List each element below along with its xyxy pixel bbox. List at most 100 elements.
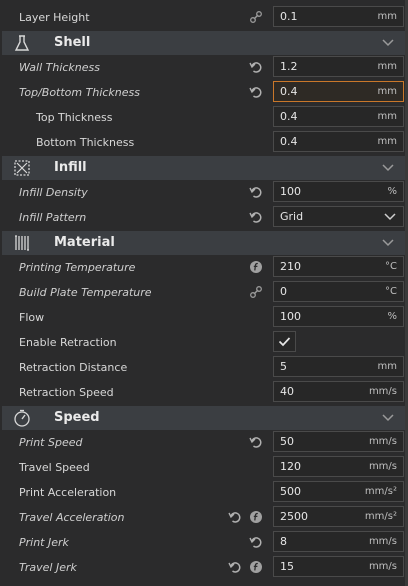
setting-infill-density: Infill Density 100 %: [0, 180, 408, 205]
setting-retraction-speed: Retraction Speed 40 mm/s: [0, 380, 408, 405]
print-settings-panel: Layer Height 0.1 mm Shell Wall Thickness…: [0, 0, 408, 586]
setting-build-plate-temperature: Build Plate Temperature 0 °C: [0, 280, 408, 305]
setting-print-jerk: Print Jerk 8 mm/s: [0, 530, 408, 555]
setting-label: Wall Thickness: [19, 61, 100, 74]
function-icon[interactable]: [249, 510, 263, 524]
print-speed-input[interactable]: 50 mm/s: [273, 431, 404, 452]
link-icon[interactable]: [249, 285, 263, 299]
setting-label: Travel Jerk: [19, 561, 77, 574]
section-title: Infill: [54, 160, 87, 175]
setting-travel-acceleration: Travel Acceleration 2500 mm/s²: [0, 505, 408, 530]
setting-label: Print Jerk: [19, 536, 69, 549]
reset-icon[interactable]: [249, 60, 263, 74]
retraction-distance-input[interactable]: 5 mm: [273, 356, 404, 377]
field-value: 0.4: [280, 85, 298, 98]
setting-label: Print Acceleration: [19, 486, 117, 499]
printing-temperature-input[interactable]: 210 °C: [273, 256, 404, 277]
field-unit: mm: [377, 61, 397, 72]
field-unit: mm: [377, 86, 397, 97]
travel-acceleration-input[interactable]: 2500 mm/s²: [273, 506, 404, 527]
reset-icon[interactable]: [249, 185, 263, 199]
top-bottom-thickness-input[interactable]: 0.4 mm: [273, 81, 404, 102]
field-unit: °C: [385, 286, 397, 297]
setting-print-acceleration: Print Acceleration 500 mm/s²: [0, 480, 408, 505]
field-unit: %: [387, 311, 397, 322]
section-title: Shell: [54, 35, 91, 50]
speed-icon: [14, 409, 30, 427]
function-icon[interactable]: [249, 260, 263, 274]
section-header-material[interactable]: Material: [2, 231, 406, 255]
reset-icon[interactable]: [228, 510, 242, 524]
flow-input[interactable]: 100 %: [273, 306, 404, 327]
section-header-infill[interactable]: Infill: [2, 156, 406, 180]
setting-print-speed: Print Speed 50 mm/s: [0, 430, 408, 455]
field-value: 50: [280, 435, 294, 448]
field-value: 120: [280, 460, 301, 473]
setting-label: Bottom Thickness: [36, 136, 135, 149]
field-unit: mm/s: [368, 536, 397, 547]
section-title: Speed: [54, 410, 100, 425]
print-jerk-input[interactable]: 8 mm/s: [273, 531, 404, 552]
reset-icon[interactable]: [249, 435, 263, 449]
setting-label: Travel Acceleration: [19, 511, 125, 524]
setting-label: Build Plate Temperature: [19, 286, 152, 299]
field-value: 1.2: [280, 60, 298, 73]
setting-top-thickness: Top Thickness 0.4 mm: [0, 105, 408, 130]
field-value: 210: [280, 260, 301, 273]
chevron-down-icon: [382, 239, 394, 247]
retraction-speed-input[interactable]: 40 mm/s: [273, 381, 404, 402]
bottom-thickness-input[interactable]: 0.4 mm: [273, 131, 404, 152]
setting-bottom-thickness: Bottom Thickness 0.4 mm: [0, 130, 408, 155]
chevron-down-icon: [384, 213, 396, 221]
field-unit: mm/s²: [364, 486, 397, 497]
reset-icon[interactable]: [228, 560, 242, 574]
field-value: 100: [280, 310, 301, 323]
setting-printing-temperature: Printing Temperature 210 °C: [0, 255, 408, 280]
setting-travel-jerk: Travel Jerk 15 mm/s: [0, 555, 408, 580]
wall-thickness-input[interactable]: 1.2 mm: [273, 56, 404, 77]
print-acceleration-input[interactable]: 500 mm/s²: [273, 481, 404, 502]
setting-label: Print Speed: [19, 436, 83, 449]
field-unit: mm/s: [368, 436, 397, 447]
travel-jerk-input[interactable]: 15 mm/s: [273, 556, 404, 577]
setting-label: Flow: [19, 311, 45, 324]
setting-label: Retraction Distance: [19, 361, 128, 374]
infill-density-input[interactable]: 100 %: [273, 181, 404, 202]
infill-pattern-select[interactable]: Grid: [273, 206, 404, 227]
setting-label: Enable Retraction: [19, 336, 117, 349]
reset-icon[interactable]: [249, 535, 263, 549]
setting-retraction-distance: Retraction Distance 5 mm: [0, 355, 408, 380]
enable-retraction-checkbox[interactable]: [273, 331, 296, 352]
layer-height-input[interactable]: 0.1 mm: [273, 6, 404, 27]
setting-label: Top/Bottom Thickness: [19, 86, 140, 99]
setting-layer-height: Layer Height 0.1 mm: [0, 5, 408, 30]
field-value: 15: [280, 560, 294, 573]
chevron-down-icon: [382, 414, 394, 422]
reset-icon[interactable]: [249, 210, 263, 224]
field-value: 2500: [280, 510, 308, 523]
section-header-shell[interactable]: Shell: [2, 31, 406, 55]
field-unit: °C: [385, 261, 397, 272]
field-unit: mm: [377, 136, 397, 147]
reset-icon[interactable]: [249, 85, 263, 99]
field-unit: mm: [377, 11, 397, 22]
field-unit: mm/s: [368, 561, 397, 572]
chevron-down-icon: [382, 39, 394, 47]
travel-speed-input[interactable]: 120 mm/s: [273, 456, 404, 477]
link-icon[interactable]: [249, 10, 263, 24]
top-thickness-input[interactable]: 0.4 mm: [273, 106, 404, 127]
setting-travel-speed: Travel Speed 120 mm/s: [0, 455, 408, 480]
setting-top-bottom-thickness: Top/Bottom Thickness 0.4 mm: [0, 80, 408, 105]
field-value: 0: [280, 285, 287, 298]
field-value: Grid: [280, 210, 304, 223]
material-icon: [15, 235, 29, 251]
setting-label: Infill Pattern: [19, 211, 87, 224]
build-plate-temperature-input[interactable]: 0 °C: [273, 281, 404, 302]
field-value: 40: [280, 385, 294, 398]
field-value: 0.4: [280, 135, 298, 148]
function-icon[interactable]: [249, 560, 263, 574]
section-header-speed[interactable]: Speed: [2, 406, 406, 430]
field-unit: mm/s: [368, 461, 397, 472]
section-title: Material: [54, 235, 115, 250]
setting-label: Layer Height: [19, 11, 90, 24]
